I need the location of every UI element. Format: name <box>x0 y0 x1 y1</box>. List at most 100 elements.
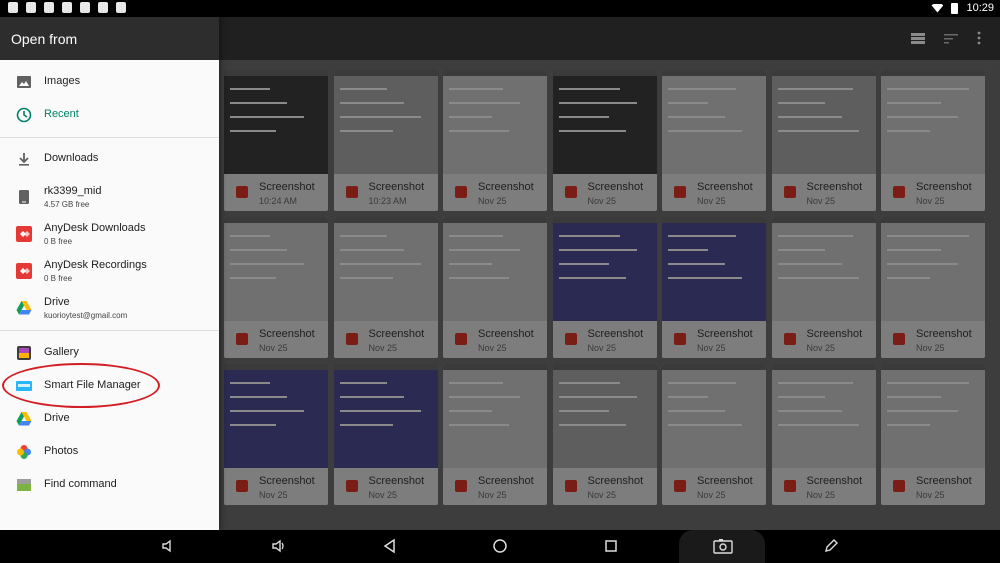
drawer-item-drive-account[interactable]: Drive kuorioytest@gmail.com <box>0 292 219 325</box>
image-file-icon <box>236 333 248 345</box>
drawer-item-label: AnyDesk Downloads <box>44 222 146 234</box>
clock: 10:29 <box>966 2 994 14</box>
file-tile[interactable]: Screenshot Nov 25 <box>662 70 766 211</box>
file-meta: Screenshot Nov 25 <box>881 321 985 358</box>
screenshot-icon[interactable] <box>713 538 733 554</box>
drawer-item-label: rk3399_mid <box>44 185 102 197</box>
drawer-item-label: Drive <box>44 412 70 424</box>
image-file-icon <box>783 186 796 198</box>
volume-up-icon[interactable] <box>271 538 287 554</box>
file-date: Nov 25 <box>806 490 836 500</box>
drawer-item-downloads[interactable]: Downloads <box>0 143 219 176</box>
android-screen: 10:29 Screenshot 10:24 AM Screenshot 10:23 … <box>0 0 1000 563</box>
drawer-title: Open from <box>0 17 219 60</box>
sort-icon[interactable] <box>944 31 958 45</box>
file-tile[interactable]: Screenshot Nov 25 <box>333 364 438 505</box>
file-meta: Screenshot Nov 25 <box>662 174 766 211</box>
divider <box>0 330 219 331</box>
file-tile[interactable]: Screenshot Nov 25 <box>443 217 547 358</box>
file-date: Nov 25 <box>806 343 836 353</box>
file-tile[interactable]: Screenshot Nov 25 <box>552 364 657 505</box>
image-file-icon <box>783 333 796 345</box>
status-bar: 10:29 <box>0 0 1000 17</box>
drawer-item-anydesk-downloads[interactable]: AnyDesk Downloads 0 B free <box>0 218 219 251</box>
file-meta: Screenshot Nov 25 <box>552 468 657 505</box>
file-tile[interactable]: Screenshot Nov 25 <box>662 364 766 505</box>
file-name: Screenshot <box>697 181 753 193</box>
file-tile[interactable]: Screenshot Nov 25 <box>881 217 985 358</box>
google-drive-icon <box>16 412 32 426</box>
file-date: Nov 25 <box>806 196 836 206</box>
image-file-icon <box>674 480 686 492</box>
battery-icon <box>951 2 959 14</box>
file-tile[interactable]: Screenshot Nov 25 <box>771 70 876 211</box>
drawer-item-anydesk-recordings[interactable]: AnyDesk Recordings 0 B free <box>0 255 219 288</box>
file-tile[interactable]: Screenshot Nov 25 <box>224 217 328 358</box>
file-meta: Screenshot Nov 25 <box>552 321 657 358</box>
drawer-item-drive[interactable]: Drive <box>0 403 219 436</box>
file-tile[interactable]: Screenshot Nov 25 <box>552 217 657 358</box>
file-tile[interactable]: Screenshot Nov 25 <box>224 364 328 505</box>
back-icon[interactable] <box>382 538 398 554</box>
more-options-icon[interactable] <box>972 31 986 45</box>
file-thumbnail <box>224 217 328 321</box>
drawer-item-images[interactable]: Images <box>0 66 219 99</box>
file-meta: Screenshot Nov 25 <box>771 468 876 505</box>
file-date: Nov 25 <box>916 490 945 500</box>
file-tile[interactable]: Screenshot Nov 25 <box>881 364 985 505</box>
file-tile[interactable]: Screenshot Nov 25 <box>443 70 547 211</box>
image-file-icon <box>236 480 248 492</box>
file-name: Screenshot <box>697 475 753 487</box>
file-name: Screenshot <box>916 475 972 487</box>
file-tile[interactable]: Screenshot Nov 25 <box>881 70 985 211</box>
file-meta: Screenshot Nov 25 <box>443 468 547 505</box>
file-tile[interactable]: Screenshot 10:24 AM <box>224 70 328 211</box>
file-thumbnail <box>771 70 876 174</box>
usb-notification-icon <box>116 2 126 13</box>
file-name: Screenshot <box>478 181 534 193</box>
file-meta: Screenshot Nov 25 <box>443 321 547 358</box>
file-date: Nov 25 <box>587 490 617 500</box>
file-date: Nov 25 <box>697 196 726 206</box>
pen-icon[interactable] <box>823 538 839 554</box>
file-tile[interactable]: Screenshot Nov 25 <box>662 217 766 358</box>
file-meta: Screenshot Nov 25 <box>881 174 985 211</box>
file-tile[interactable]: Screenshot Nov 25 <box>443 364 547 505</box>
file-thumbnail <box>662 217 766 321</box>
annotation-highlight-oval <box>2 363 160 408</box>
file-meta: Screenshot Nov 25 <box>552 174 657 211</box>
app-notification-icon <box>80 2 90 13</box>
wifi-icon <box>931 3 944 13</box>
file-meta: Screenshot Nov 25 <box>771 174 876 211</box>
file-meta: Screenshot 10:24 AM <box>224 174 328 211</box>
file-name: Screenshot <box>259 475 315 487</box>
file-tile[interactable]: Screenshot Nov 25 <box>552 70 657 211</box>
file-date: Nov 25 <box>697 343 726 353</box>
drawer-item-photos[interactable]: Photos <box>0 436 219 469</box>
image-file-icon <box>455 480 467 492</box>
volume-down-icon[interactable] <box>160 538 176 554</box>
file-date: Nov 25 <box>916 196 945 206</box>
home-icon[interactable] <box>492 538 508 554</box>
divider <box>0 137 219 138</box>
file-tile[interactable]: Screenshot 10:23 AM <box>333 70 438 211</box>
image-file-icon <box>345 186 358 198</box>
file-tile[interactable]: Screenshot Nov 25 <box>333 217 438 358</box>
recents-icon[interactable] <box>603 538 619 554</box>
file-thumbnail <box>443 217 547 321</box>
grid-view-icon[interactable] <box>911 31 925 45</box>
image-file-icon <box>345 333 358 345</box>
notification-icons <box>8 2 126 13</box>
google-drive-icon <box>16 301 32 315</box>
file-thumbnail <box>552 70 657 174</box>
file-date: 10:23 AM <box>368 196 407 206</box>
file-tile[interactable]: Screenshot Nov 25 <box>771 217 876 358</box>
drawer-item-recent[interactable]: Recent <box>0 99 219 132</box>
file-name: Screenshot <box>697 328 753 340</box>
file-meta: Screenshot Nov 25 <box>224 468 328 505</box>
drawer-item-device[interactable]: rk3399_mid 4.57 GB free <box>0 181 219 214</box>
file-meta: Screenshot Nov 25 <box>443 174 547 211</box>
file-thumbnail <box>333 70 438 174</box>
file-tile[interactable]: Screenshot Nov 25 <box>771 364 876 505</box>
drawer-item-find-command[interactable]: Find command <box>0 469 219 502</box>
